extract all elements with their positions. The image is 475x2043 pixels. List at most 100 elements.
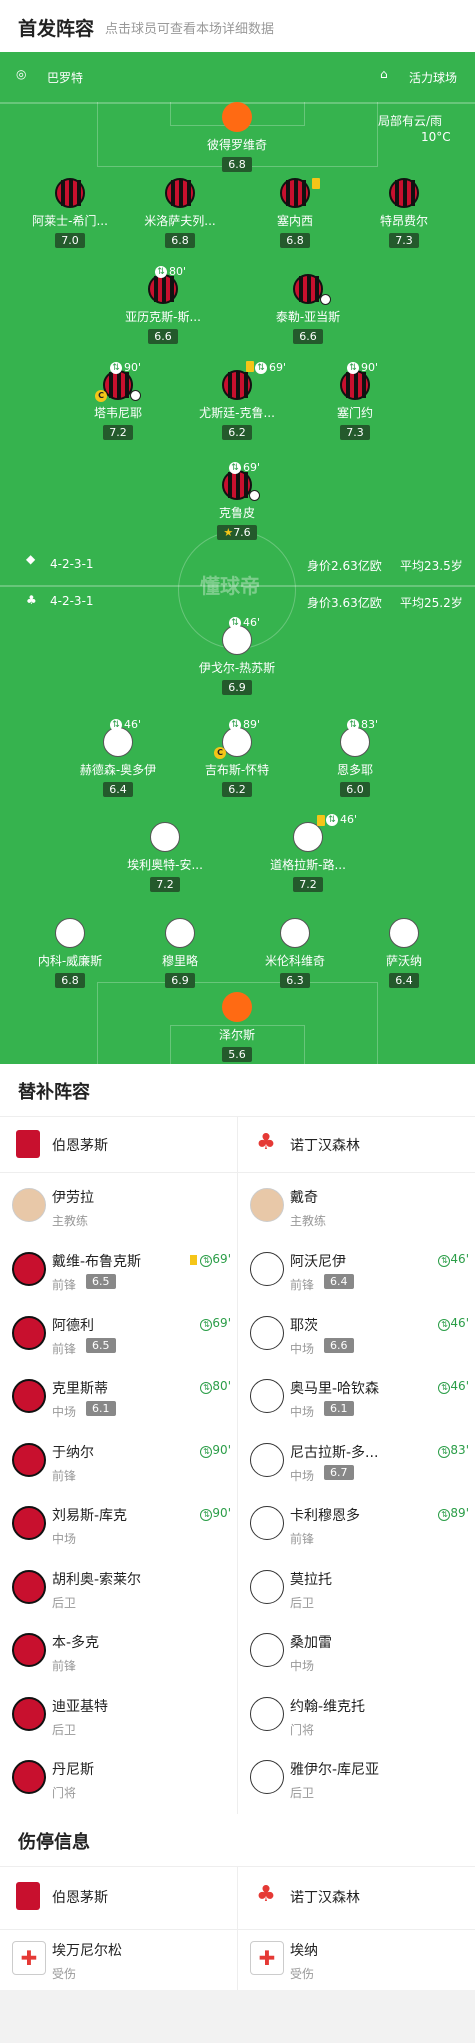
player-rating: 6.3 [280,973,310,988]
sub-row[interactable]: 莫拉托 后卫 [238,1558,475,1622]
player-name: 道格拉斯-路... [270,858,346,872]
player-home-am-3[interactable]: ⇅ 90' 塞门约 7.3 [310,361,400,440]
player-home-gk[interactable]: 彼得罗维奇 6.8 [192,102,282,172]
sub-name: 克里斯蒂 [52,1381,108,1397]
sub-row[interactable]: 桑加雷 中场 [238,1621,475,1685]
sub-row[interactable]: 丹尼斯 门将 [0,1748,237,1812]
player-kit [389,918,419,948]
sub-row[interactable]: 奥马里-哈钦森 中场 6.1 ⇅ 46' [238,1367,475,1431]
player-rating: 7.3 [340,425,370,440]
player-avatar [250,1379,284,1413]
sub-icon: ⇅ [438,1318,451,1331]
player-kit [340,727,370,757]
player-away-fw[interactable]: ⇅ 46' 伊戈尔-热苏斯 6.9 [192,616,282,695]
captain-icon: C [95,390,107,402]
away-formation: 4-2-3-1 [50,594,94,608]
sub-name: 本-多克 [52,1635,100,1651]
player-home-am-2[interactable]: ⇅ 69' 尤斯廷-克鲁... 6.2 [192,361,286,440]
injury-row-away[interactable]: ✚ 埃纳 受伤 [238,1929,475,1993]
player-kit [389,178,419,208]
medical-kit-icon: ✚ [12,1941,46,1975]
player-away-gk[interactable]: 泽尔斯 5.6 [192,992,282,1062]
player-rating: 6.9 [222,680,252,695]
sub-row[interactable]: 迪亚基特 后卫 [0,1685,237,1749]
sub-rating: 6.7 [324,1464,354,1480]
player-home-dm-1[interactable]: ⇅ 80' 亚历克斯-斯... 6.6 [118,265,208,344]
player-away-am-2[interactable]: ⇅ 89' C 吉布斯-怀特 6.2 [192,718,282,797]
player-home-fw[interactable]: ⇅ 69' 克鲁皮 ★7.6 [192,461,282,540]
player-home-dm-2[interactable]: 泰勒-亚当斯 6.6 [263,274,353,344]
sub-row[interactable]: 约翰-维克托 门将 [238,1685,475,1749]
player-home-def-4[interactable]: 特昂费尔 7.3 [359,178,449,248]
sub-row[interactable]: 于纳尔 前锋 ⇅ 90' [0,1431,237,1495]
sub-name: 戴维-布鲁克斯 [52,1254,142,1270]
player-rating: 6.4 [389,973,419,988]
sub-name: 莫拉托 [290,1571,332,1588]
home-formation: 4-2-3-1 [50,557,94,571]
player-rating: 6.4 [103,782,133,797]
player-rating: 6.2 [222,425,252,440]
forest-logo-icon: ♣ [256,1882,276,1907]
player-away-dm-1[interactable]: 埃利奥特-安... 7.2 [120,822,210,892]
sub-row[interactable]: 尼古拉斯-多... 中场 6.7 ⇅ 83' [238,1431,475,1495]
sub-row[interactable]: 克里斯蒂 中场 6.1 ⇅ 80' [0,1367,237,1431]
player-home-am-1[interactable]: ⇅ 90' C 塔韦尼耶 7.2 [73,361,163,440]
sub-position: 中场 [52,1405,77,1419]
sub-icon: ⇅ [110,719,122,731]
subs-home-team[interactable]: 伯恩茅斯 [0,1116,237,1172]
sub-row[interactable]: 耶茨 中场 6.6 ⇅ 46' [238,1304,475,1368]
away-age: 平均25.2岁 [400,596,463,610]
sub-row[interactable]: 阿德利 前锋 6.5 ⇅ 69' [0,1304,237,1368]
sub-off-indicator: ⇅ 89' [229,718,260,731]
injury-away-team[interactable]: ♣ 诺丁汉森林 [238,1868,475,1924]
player-rating: 5.6 [222,1047,252,1062]
player-avatar [12,1442,46,1477]
sub-row[interactable]: 雅伊尔-库尼亚 后卫 [238,1748,475,1812]
player-away-def-4[interactable]: 萨沃纳 6.4 [359,918,449,988]
sub-row[interactable]: 阿沃尼伊 前锋 6.4 ⇅ 46' [238,1240,475,1304]
sub-row[interactable]: 刘易斯-库克 中场 ⇅ 90' [0,1494,237,1558]
sub-row[interactable]: 戴维-布鲁克斯 前锋 6.5 ⇅ 69' [0,1240,237,1304]
home-value: 身价2.63亿欧 [307,559,382,573]
player-rating: 6.9 [165,973,195,988]
sub-rating: 6.1 [324,1401,354,1416]
player-rating: 7.2 [293,877,323,892]
player-home-def-2[interactable]: 米洛萨夫列... 6.8 [135,178,225,248]
away-coach[interactable]: 戴奇 主教练 [238,1176,475,1240]
home-coach[interactable]: 伊劳拉 主教练 [0,1176,237,1240]
player-name: 塞内西 [276,214,313,228]
player-away-def-2[interactable]: 穆里略 6.9 [135,918,225,988]
player-away-am-3[interactable]: ⇅ 83' 恩多耶 6.0 [310,718,400,797]
player-home-def-1[interactable]: 阿莱士-希门... 7.0 [25,178,115,248]
sub-row[interactable]: 胡利奥-索莱尔 后卫 [0,1558,237,1622]
sub-on-indicator: ⇅ 90' [200,1443,231,1458]
player-kit [222,470,252,500]
player-name: 克鲁皮 [218,506,255,520]
temperature: 10°C [421,130,451,144]
sub-row[interactable]: 本-多克 前锋 [0,1621,237,1685]
player-away-def-1[interactable]: 内科-威廉斯 6.8 [25,918,115,988]
player-home-def-3[interactable]: 塞内西 6.8 [250,178,340,248]
player-avatar [12,1696,46,1731]
player-rating: 7.0 [55,233,85,248]
injury-row-home[interactable]: ✚ 埃万尼尔松 受伤 [0,1929,237,1993]
subs-away-team[interactable]: ♣ 诺丁汉森林 [238,1116,475,1172]
player-kit [280,918,310,948]
player-away-def-3[interactable]: 米伦科维奇 6.3 [250,918,340,988]
player-kit [165,918,195,948]
sub-icon: ⇅ [438,1382,451,1394]
sub-icon: ⇅ [229,462,241,474]
sub-on-indicator: ⇅ 80' [200,1379,231,1394]
player-kit [222,727,252,757]
player-away-dm-2[interactable]: ⇅ 46' 道格拉斯-路... 7.2 [263,813,357,892]
sub-off-indicator: ⇅ 90' [110,361,141,374]
sub-row[interactable]: 卡利穆恩多 前锋 ⇅ 89' [238,1494,475,1558]
sub-icon: ⇅ [200,1255,213,1267]
bournemouth-logo-icon [16,1130,40,1158]
player-away-am-1[interactable]: ⇅ 46' 赫德森-奥多伊 6.4 [73,718,163,797]
sub-position: 门将 [290,1722,315,1737]
player-name: 伊戈尔-热苏斯 [198,661,276,675]
injury-home-team[interactable]: 伯恩茅斯 [0,1868,237,1924]
assist-icon [320,294,331,305]
player-name: 彼得罗维奇 [206,138,267,152]
